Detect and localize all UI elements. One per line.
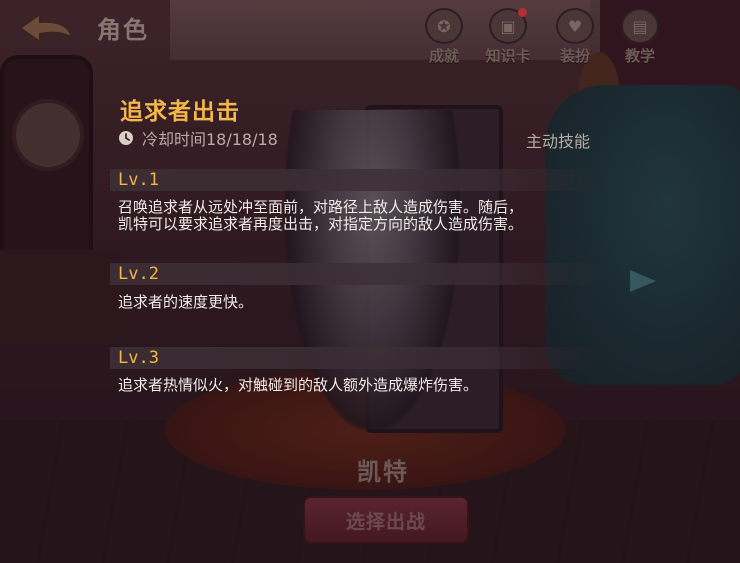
level-description-line: 追求者的速度更快。 xyxy=(118,293,254,311)
level-label: Lv.3 xyxy=(118,348,159,368)
costume-button[interactable]: ♥ 装扮 xyxy=(549,8,601,65)
chevron-right-icon xyxy=(630,270,656,292)
level-description-line: 召唤追求者从远处冲至面前，对路径上敌人造成伤害。随后， xyxy=(118,198,524,216)
knowledge-card-label: 知识卡 xyxy=(485,47,531,65)
tutorial-icon: ▤ xyxy=(632,16,648,36)
level-description-line: 凯特可以要求追求者再度出击，对指定方向的敌人造成伤害。 xyxy=(118,215,524,233)
level-header: Lv.3 xyxy=(110,347,600,369)
achievement-icon: ✪ xyxy=(437,16,451,36)
cooldown-text: 冷却时间18/18/18 xyxy=(142,130,278,149)
tutorial-label: 教学 xyxy=(624,47,655,65)
next-character-button[interactable] xyxy=(626,266,660,296)
costume-label: 装扮 xyxy=(559,47,590,65)
notification-dot xyxy=(518,8,527,17)
level-description: 召唤追求者从远处冲至面前，对路径上敌人造成伤害。随后， 凯特可以要求追求者再度出… xyxy=(118,199,598,233)
level-label: Lv.2 xyxy=(118,264,159,284)
select-character-label: 选择出战 xyxy=(345,510,426,533)
level-label: Lv.1 xyxy=(118,170,159,190)
level-description-line: 追求者热情似火，对触碰到的敌人额外造成爆炸伤害。 xyxy=(118,376,479,394)
select-character-button[interactable]: 选择出战 xyxy=(303,496,469,544)
level-header: Lv.2 xyxy=(110,263,600,285)
back-button[interactable] xyxy=(16,10,76,46)
achievement-button[interactable]: ✪ 成就 xyxy=(418,8,470,65)
clock-icon xyxy=(119,131,133,145)
cooldown-row: 冷却时间18/18/18 xyxy=(118,126,278,150)
knowledge-card-button[interactable]: ▣ 知识卡 xyxy=(482,8,534,65)
level-description: 追求者热情似火，对触碰到的敌人额外造成爆炸伤害。 xyxy=(118,377,598,394)
costume-icon: ♥ xyxy=(567,16,583,36)
tutorial-button[interactable]: ▤ 教学 xyxy=(614,8,666,65)
achievement-label: 成就 xyxy=(428,47,459,65)
back-arrow-icon xyxy=(18,12,74,44)
character-name: 凯特 xyxy=(357,458,409,486)
level-description: 追求者的速度更快。 xyxy=(118,294,598,311)
page-title: 角色 xyxy=(97,16,149,44)
level-header: Lv.1 xyxy=(110,169,600,191)
skill-type-label: 主动技能 xyxy=(526,132,591,151)
skill-name: 追求者出击 xyxy=(120,99,240,125)
